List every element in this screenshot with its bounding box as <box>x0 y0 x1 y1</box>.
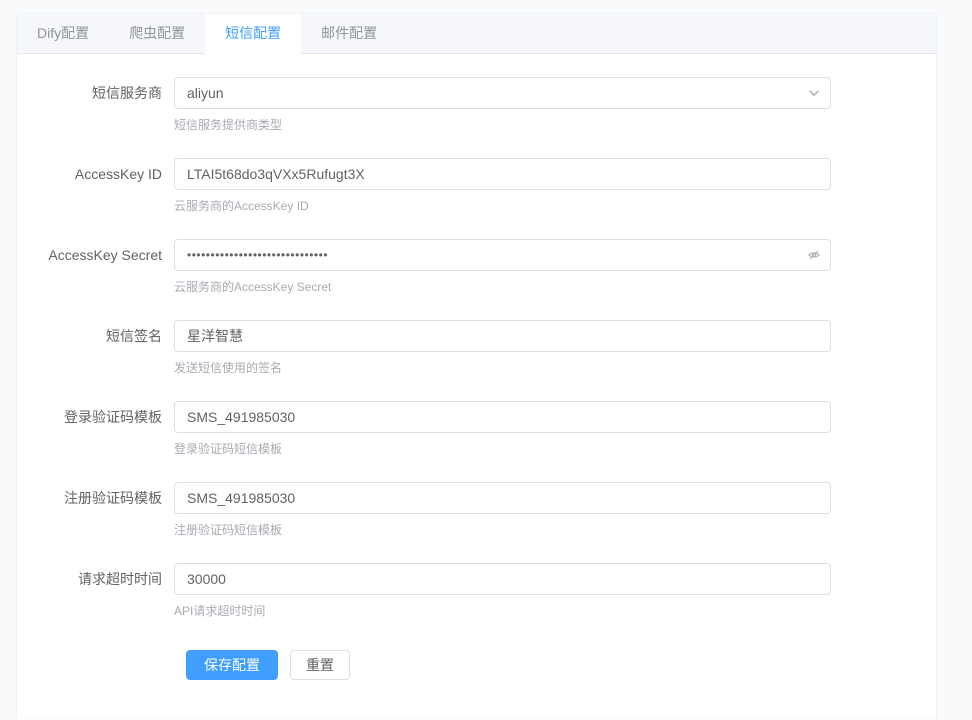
field-sms-provider: 短信服务商 短信服务提供商类型 <box>17 77 936 134</box>
field-accesskey-secret: AccessKey Secret 云服务商的AccessKey Secret <box>17 239 936 296</box>
accesskey-id-input[interactable] <box>174 158 831 190</box>
login-code-template-label: 登录验证码模板 <box>17 401 174 458</box>
tab-email-config[interactable]: 邮件配置 <box>301 14 397 53</box>
settings-card: Dify配置 爬虫配置 短信配置 邮件配置 短信服务商 短信服务提供商类型 <box>16 13 937 719</box>
sms-signature-helper: 发送短信使用的签名 <box>174 360 831 377</box>
field-login-code-template: 登录验证码模板 登录验证码短信模板 <box>17 401 936 458</box>
tab-crawler-config[interactable]: 爬虫配置 <box>109 14 205 53</box>
eye-off-icon[interactable] <box>807 248 821 262</box>
login-code-template-input[interactable] <box>174 401 831 433</box>
login-code-template-helper: 登录验证码短信模板 <box>174 441 831 458</box>
save-config-button[interactable]: 保存配置 <box>186 650 278 680</box>
accesskey-secret-label: AccessKey Secret <box>17 239 174 296</box>
request-timeout-helper: API请求超时时间 <box>174 603 831 620</box>
sms-provider-select-value[interactable] <box>174 77 831 109</box>
chevron-down-icon <box>807 86 821 100</box>
register-code-template-label: 注册验证码模板 <box>17 482 174 539</box>
sms-provider-select[interactable] <box>174 77 831 109</box>
field-sms-signature: 短信签名 发送短信使用的签名 <box>17 320 936 377</box>
register-code-template-input[interactable] <box>174 482 831 514</box>
reset-button[interactable]: 重置 <box>290 650 350 680</box>
field-request-timeout: 请求超时时间 API请求超时时间 <box>17 563 936 620</box>
field-accesskey-id: AccessKey ID 云服务商的AccessKey ID <box>17 158 936 215</box>
sms-signature-input[interactable] <box>174 320 831 352</box>
accesskey-secret-input[interactable] <box>174 239 831 271</box>
request-timeout-input[interactable] <box>174 563 831 595</box>
form-actions: 保存配置 重置 <box>186 650 936 680</box>
accesskey-secret-password <box>174 239 831 271</box>
sms-signature-label: 短信签名 <box>17 320 174 377</box>
sms-config-form: 短信服务商 短信服务提供商类型 AccessKey ID 云服务商的Access <box>17 54 936 680</box>
register-code-template-helper: 注册验证码短信模板 <box>174 522 831 539</box>
accesskey-id-helper: 云服务商的AccessKey ID <box>174 198 831 215</box>
accesskey-id-label: AccessKey ID <box>17 158 174 215</box>
sms-provider-helper: 短信服务提供商类型 <box>174 117 831 134</box>
tab-dify-config[interactable]: Dify配置 <box>17 14 109 53</box>
tab-sms-config[interactable]: 短信配置 <box>205 14 301 55</box>
request-timeout-label: 请求超时时间 <box>17 563 174 620</box>
sms-provider-label: 短信服务商 <box>17 77 174 134</box>
config-tabs: Dify配置 爬虫配置 短信配置 邮件配置 <box>17 14 936 54</box>
accesskey-secret-helper: 云服务商的AccessKey Secret <box>174 279 831 296</box>
field-register-code-template: 注册验证码模板 注册验证码短信模板 <box>17 482 936 539</box>
